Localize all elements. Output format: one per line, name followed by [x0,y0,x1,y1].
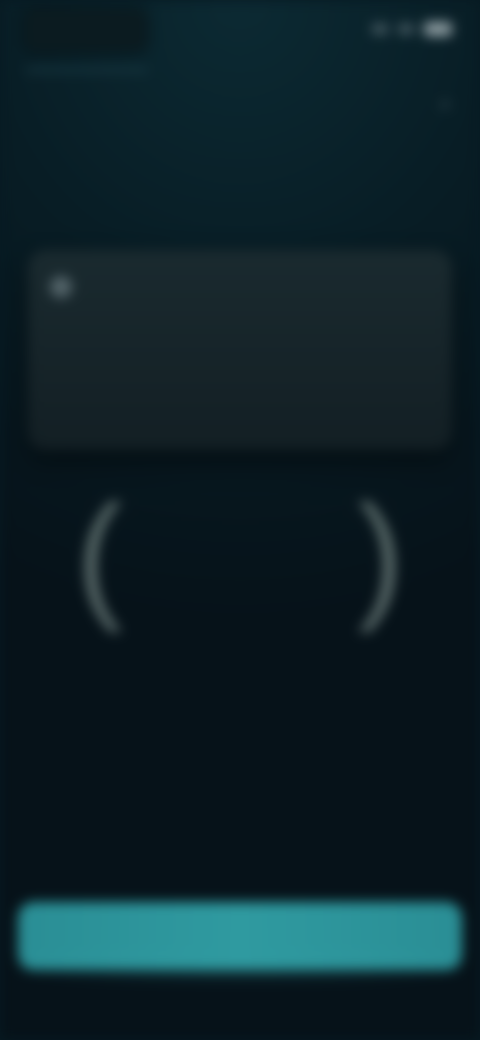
signal-icon [372,24,388,34]
info-card [28,250,452,450]
info-icon [50,276,72,298]
cta-area [18,902,462,982]
counter: ( ) [70,476,410,633]
screen-background: × ( ) [0,0,480,1040]
battery-icon [424,22,452,36]
status-bar [0,0,480,62]
header-underline [26,68,148,72]
cta-glow [18,942,462,982]
wifi-icon [398,24,414,34]
right-laurel-icon: ) [357,476,404,633]
status-icons [372,22,452,36]
left-laurel-icon: ( [76,476,123,633]
status-pill [26,10,146,50]
close-icon[interactable]: × [432,92,458,118]
